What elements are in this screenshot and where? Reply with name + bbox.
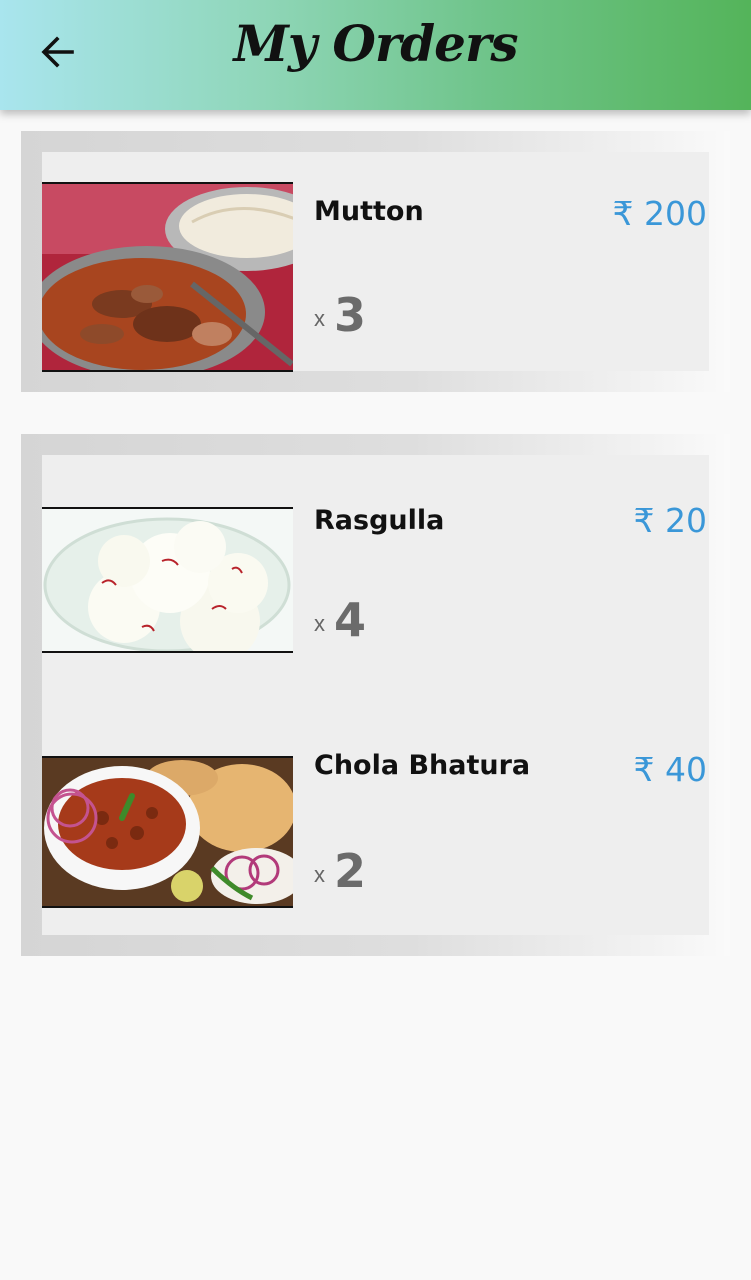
quantity-value: 2 xyxy=(334,844,367,898)
item-price: ₹ 20 xyxy=(633,501,707,540)
item-price: ₹ 200 xyxy=(612,194,707,233)
item-name: Mutton xyxy=(314,196,424,227)
order-item[interactable]: Chola Bhatura ₹ 40 x 2 xyxy=(42,750,709,908)
item-name: Rasgulla xyxy=(314,505,445,536)
quantity-prefix: x xyxy=(314,306,325,331)
item-price: ₹ 40 xyxy=(633,750,707,789)
mutton-curry-image xyxy=(42,182,293,372)
order-card[interactable]: Mutton ₹ 200 x 3 xyxy=(21,131,730,392)
rasgulla-image xyxy=(42,507,293,653)
page-title: My Orders xyxy=(233,14,519,73)
order-card-body: Mutton ₹ 200 x 3 xyxy=(42,152,709,372)
quantity-value: 3 xyxy=(334,288,367,342)
quantity-prefix: x xyxy=(314,611,325,636)
chola-bhatura-image xyxy=(42,756,293,908)
quantity-value: 4 xyxy=(334,593,367,647)
app-bar: My Orders xyxy=(0,0,751,110)
order-card-body: Rasgulla ₹ 20 x 4 Chola Bhatura ₹ 40 x 2 xyxy=(42,455,709,935)
order-item[interactable]: Rasgulla ₹ 20 x 4 xyxy=(42,501,709,655)
quantity-prefix: x xyxy=(314,862,325,887)
item-name: Chola Bhatura xyxy=(314,750,531,781)
order-item[interactable]: Mutton ₹ 200 x 3 xyxy=(42,182,709,372)
order-card[interactable]: Rasgulla ₹ 20 x 4 Chola Bhatura ₹ 40 x 2 xyxy=(21,434,730,956)
